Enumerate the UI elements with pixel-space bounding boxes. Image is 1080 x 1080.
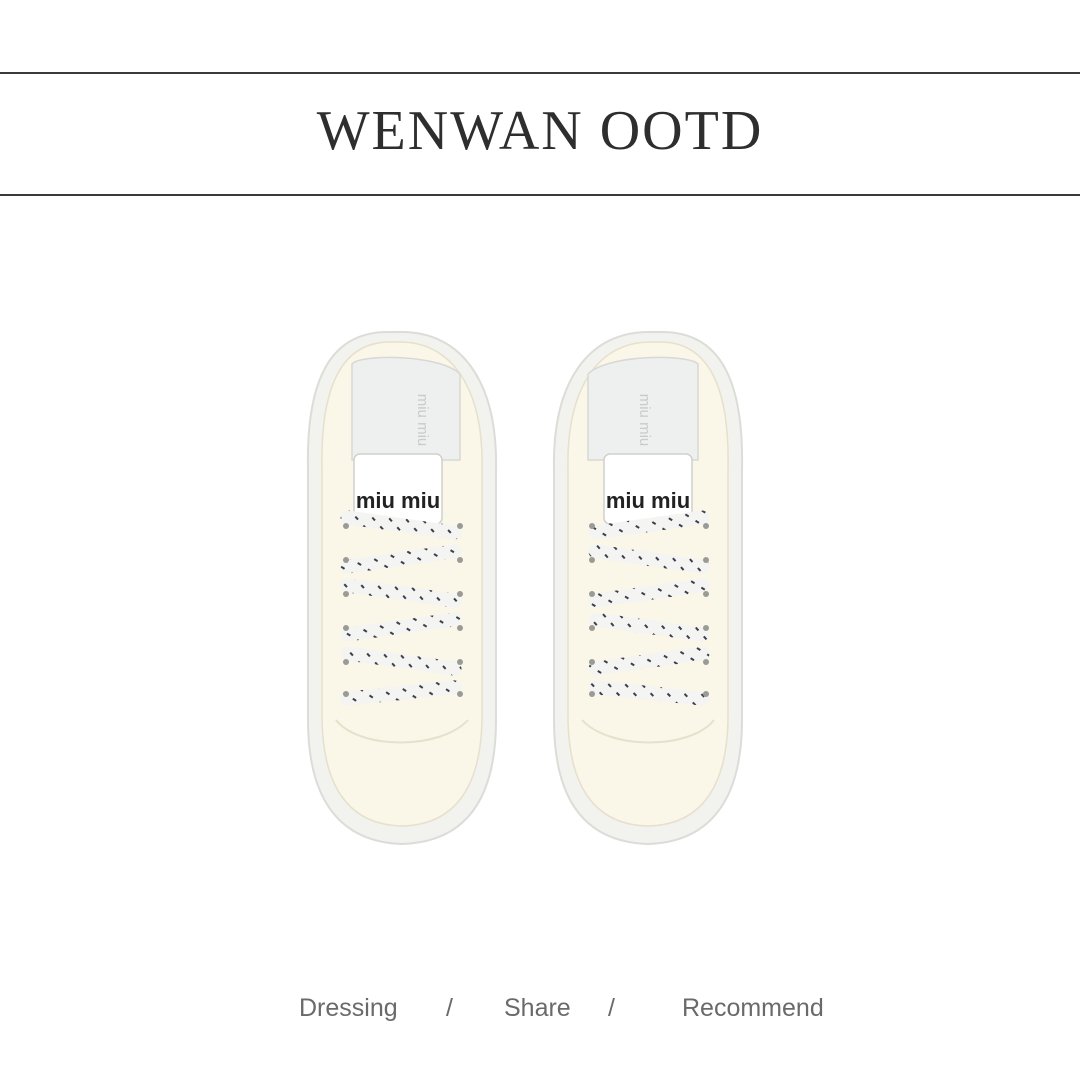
tongue-logo: miu miu <box>606 488 690 513</box>
right-shoe: miu miu miu miu <box>552 331 744 846</box>
nav-share[interactable]: Share <box>504 990 571 1026</box>
header-bottom-rule <box>0 194 1080 196</box>
left-shoe: miu miu miu miu <box>306 331 498 846</box>
nav-dressing[interactable]: Dressing <box>299 990 398 1026</box>
product-photo: miu miu miu miu miu miu miu miu <box>306 331 744 846</box>
insole-logo: miu miu <box>636 394 653 447</box>
nav-separator: / <box>446 994 453 1022</box>
footer-nav: Dressing / Share / Recommend <box>0 990 1080 1030</box>
insole-logo: miu miu <box>414 394 431 447</box>
nav-recommend[interactable]: Recommend <box>682 990 824 1026</box>
nav-separator: / <box>608 994 615 1022</box>
header-top-rule <box>0 72 1080 74</box>
brand-title: WENWAN OOTD <box>316 100 764 162</box>
tongue-logo: miu miu <box>356 488 440 513</box>
